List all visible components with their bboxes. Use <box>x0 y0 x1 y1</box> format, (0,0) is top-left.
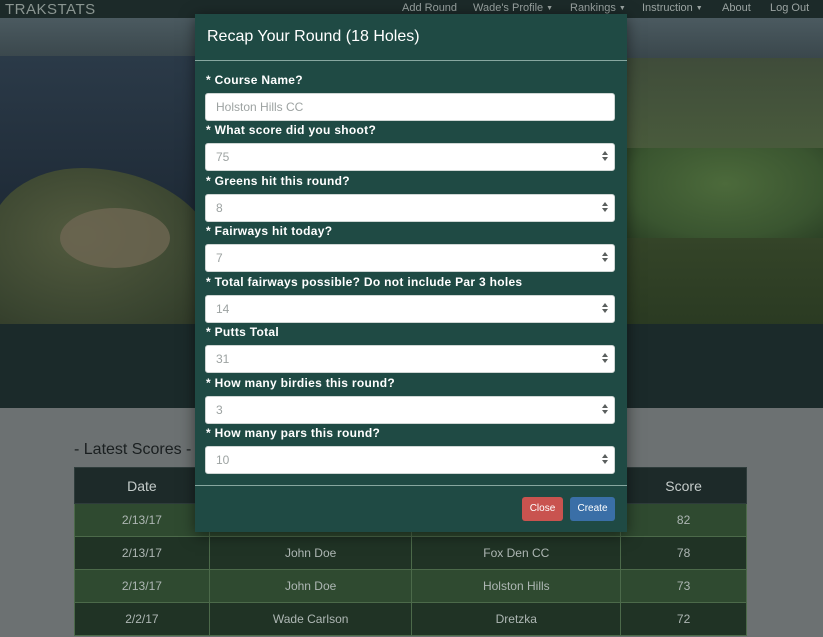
number-spinner-icon[interactable] <box>601 151 608 164</box>
number-spinner-icon[interactable] <box>601 303 608 316</box>
course-name-label: * Course Name? <box>206 73 303 87</box>
fairways-hit-label: * Fairways hit today? <box>206 224 333 238</box>
hero-hill <box>627 58 823 158</box>
number-spinner-icon[interactable] <box>601 202 608 215</box>
nav-add-round-label: Add Round <box>402 2 458 14</box>
course-name-placeholder: Holston Hills CC <box>216 100 304 114</box>
hero-sand-bunker <box>60 208 170 268</box>
brand-logo[interactable]: TRAKSTATS <box>5 1 96 18</box>
nav-profile-dropdown[interactable]: Wade's Profile ▼ <box>473 2 553 14</box>
nav-about[interactable]: About <box>722 2 751 14</box>
score-label: * What score did you shoot? <box>206 123 377 137</box>
cell-score: 82 <box>620 503 747 537</box>
score-input[interactable]: 75 <box>205 143 615 171</box>
cell-name: John Doe <box>208 569 413 603</box>
cell-score: 78 <box>620 536 747 570</box>
cell-course: Holston Hills <box>411 569 622 603</box>
number-spinner-icon[interactable] <box>601 454 608 467</box>
birdies-label: * How many birdies this round? <box>206 376 396 390</box>
nav-about-label: About <box>722 2 751 14</box>
nav-add-round[interactable]: Add Round <box>402 2 457 14</box>
cell-course: Fox Den CC <box>411 536 622 570</box>
table-row: 2/13/17 John Doe Holston Hills 73 <box>74 569 747 603</box>
hero-green <box>627 148 823 238</box>
greens-hit-label: * Greens hit this round? <box>206 174 350 188</box>
nav-profile-label: Wade's Profile <box>473 2 544 14</box>
fairways-possible-input[interactable]: 14 <box>205 295 615 323</box>
pars-label: * How many pars this round? <box>206 426 381 440</box>
latest-scores-title: - Latest Scores - <box>74 441 192 458</box>
course-name-input[interactable]: Holston Hills CC <box>205 93 615 121</box>
column-header-date[interactable]: Date <box>74 467 210 504</box>
putts-total-placeholder: 31 <box>216 352 230 366</box>
number-spinner-icon[interactable] <box>601 252 608 265</box>
score-placeholder: 75 <box>216 150 230 164</box>
birdies-placeholder: 3 <box>216 403 223 417</box>
fairways-possible-label: * Total fairways possible? Do not includ… <box>206 275 523 289</box>
putts-total-input[interactable]: 31 <box>205 345 615 373</box>
greens-hit-placeholder: 8 <box>216 201 223 215</box>
table-row: 2/2/17 Wade Carlson Dretzka 72 <box>74 602 747 636</box>
pars-placeholder: 10 <box>216 453 230 467</box>
number-spinner-icon[interactable] <box>601 353 608 366</box>
nav-instruction-dropdown[interactable]: Instruction ▼ <box>642 2 703 14</box>
table-row: 2/13/17 John Doe Fox Den CC 78 <box>74 536 747 570</box>
greens-hit-input[interactable]: 8 <box>205 194 615 222</box>
caret-down-icon: ▼ <box>618 5 626 12</box>
fairways-possible-placeholder: 14 <box>216 302 230 316</box>
close-button[interactable]: Close <box>522 497 563 521</box>
modal-footer-divider <box>195 485 627 486</box>
cell-date: 2/13/17 <box>74 503 210 537</box>
cell-score: 72 <box>620 602 747 636</box>
cell-score: 73 <box>620 569 747 603</box>
cell-name: Wade Carlson <box>208 602 413 636</box>
cell-date: 2/13/17 <box>74 569 210 603</box>
putts-total-label: * Putts Total <box>206 325 280 339</box>
pars-input[interactable]: 10 <box>205 446 615 474</box>
hero-rough <box>627 238 823 324</box>
fairways-hit-input[interactable]: 7 <box>205 244 615 272</box>
cell-name: John Doe <box>208 536 413 570</box>
nav-instruction-label: Instruction <box>642 2 693 14</box>
fairways-hit-placeholder: 7 <box>216 251 223 265</box>
caret-down-icon: ▼ <box>695 5 703 12</box>
birdies-input[interactable]: 3 <box>205 396 615 424</box>
column-header-score[interactable]: Score <box>620 467 747 504</box>
number-spinner-icon[interactable] <box>601 404 608 417</box>
recap-round-modal: Recap Your Round (18 Holes) * Course Nam… <box>195 14 627 532</box>
nav-rankings-label: Rankings <box>570 2 616 14</box>
cell-course: Dretzka <box>411 602 622 636</box>
cell-date: 2/2/17 <box>74 602 210 636</box>
cell-date: 2/13/17 <box>74 536 210 570</box>
create-button[interactable]: Create <box>570 497 615 521</box>
nav-logout[interactable]: Log Out <box>770 2 809 14</box>
caret-down-icon: ▼ <box>546 5 554 12</box>
modal-header: Recap Your Round (18 Holes) <box>195 14 627 61</box>
nav-rankings-dropdown[interactable]: Rankings ▼ <box>570 2 626 14</box>
nav-logout-label: Log Out <box>770 2 810 14</box>
modal-title: Recap Your Round (18 Holes) <box>207 28 420 45</box>
